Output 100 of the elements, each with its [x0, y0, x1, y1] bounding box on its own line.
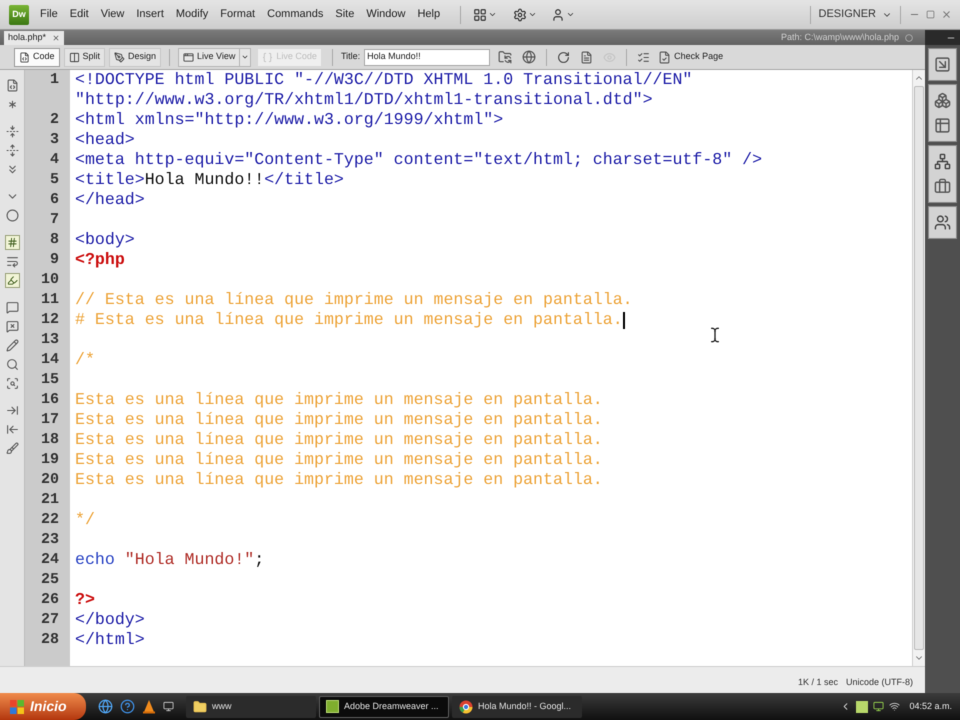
- line-number: 19: [40, 450, 59, 470]
- menu-item[interactable]: Commands: [261, 6, 330, 23]
- taskbar-window-button[interactable]: www: [186, 696, 316, 718]
- file-code-icon[interactable]: [4, 78, 20, 93]
- view-tab[interactable]: Code: [14, 48, 60, 66]
- hash-icon[interactable]: [4, 235, 20, 250]
- code-line: <body>: [75, 228, 135, 251]
- menu-item[interactable]: Insert: [130, 6, 170, 23]
- search-icon[interactable]: [4, 357, 20, 372]
- line-number: 12: [40, 310, 59, 330]
- line-number: 10: [40, 270, 59, 290]
- code-line: <?php: [75, 248, 125, 271]
- scrollbar[interactable]: [912, 70, 925, 666]
- line-number: 18: [40, 430, 59, 450]
- table-icon[interactable]: [934, 117, 951, 134]
- boxes-icon[interactable]: [934, 92, 951, 109]
- title-input[interactable]: Hola Mundo!!: [364, 48, 490, 66]
- user-menu-button[interactable]: [551, 8, 576, 22]
- menu-item[interactable]: Modify: [170, 6, 214, 23]
- scrollbar-thumb[interactable]: [914, 86, 924, 650]
- indent-icon[interactable]: [4, 403, 20, 418]
- wrap-text-icon[interactable]: [4, 254, 20, 269]
- line-number: 14: [40, 350, 59, 370]
- monitor-icon[interactable]: [163, 701, 174, 712]
- caret-icon: [241, 53, 250, 61]
- code-line: <!DOCTYPE html PUBLIC "-//W3C//DTD XHTML 1.0 Transitional//EN": [75, 68, 692, 91]
- close-icon[interactable]: [941, 9, 952, 20]
- code-line: Esta es una línea que imprime un mensaje en pantalla.: [75, 468, 603, 491]
- code-line: # Esta es una línea que imprime un mensaje en pantalla.: [75, 308, 623, 331]
- columns-icon: [68, 52, 80, 62]
- code-line: ?>: [75, 588, 95, 611]
- document-tab[interactable]: hola.php*: [4, 31, 64, 45]
- start-button[interactable]: Inicio: [0, 693, 86, 720]
- line-number: 21: [40, 490, 59, 510]
- line-number: 1: [50, 70, 59, 90]
- line-number: 11: [40, 290, 59, 310]
- globe-icon[interactable]: [522, 50, 536, 64]
- circle-icon[interactable]: [4, 208, 20, 223]
- menu-item[interactable]: Window: [360, 6, 412, 23]
- menu-item[interactable]: File: [34, 6, 64, 23]
- scan-search-icon[interactable]: [4, 376, 20, 391]
- code-line: </body>: [75, 608, 145, 631]
- globe-icon[interactable]: [98, 699, 113, 714]
- refresh-icon[interactable]: [557, 50, 570, 64]
- menu-item[interactable]: View: [94, 6, 130, 23]
- menu-item[interactable]: Format: [214, 6, 262, 23]
- highlighter-icon[interactable]: [4, 273, 20, 288]
- taskbar-window-button[interactable]: Hola Mundo!! - Googl...: [452, 696, 582, 718]
- line-number: 24: [40, 550, 59, 570]
- braces-icon: [262, 52, 274, 62]
- workspace-switcher[interactable]: DESIGNER: [818, 6, 892, 23]
- dropdown-button[interactable]: [240, 48, 252, 66]
- pencil-icon[interactable]: [4, 338, 20, 353]
- pen-nib-icon: [114, 52, 126, 62]
- fold-icon[interactable]: [4, 124, 20, 139]
- network-icon[interactable]: [934, 153, 951, 170]
- extend-menu-button[interactable]: [513, 8, 538, 22]
- code-line: <title>Hola Mundo!!</title>: [75, 168, 344, 191]
- code-line: */: [75, 508, 95, 531]
- monitor-icon[interactable]: [873, 701, 884, 712]
- check-page-button[interactable]: Check Page: [658, 50, 724, 64]
- encoding-label: Unicode (UTF-8): [846, 676, 913, 689]
- close-icon[interactable]: [52, 34, 60, 42]
- folder-sync-icon[interactable]: [498, 50, 512, 64]
- page-check-icon: [658, 50, 672, 64]
- restore-icon[interactable]: [926, 10, 935, 19]
- taskbar-window-button[interactable]: Adobe Dreamweaver ...: [319, 696, 449, 718]
- checklist-icon[interactable]: [637, 50, 650, 64]
- brush-icon[interactable]: [4, 441, 20, 456]
- speech-bubble-icon[interactable]: [4, 300, 20, 315]
- crossed-bubble-icon[interactable]: [4, 319, 20, 334]
- menu-item[interactable]: Site: [329, 6, 360, 23]
- circle-icon: [905, 34, 913, 42]
- line-number: 13: [40, 330, 59, 350]
- gear-icon: [513, 8, 528, 22]
- arrow-box-icon[interactable]: [934, 56, 951, 73]
- outdent-icon[interactable]: [4, 422, 20, 437]
- square-icon[interactable]: [856, 700, 868, 712]
- document-icon[interactable]: [580, 50, 594, 64]
- code-line: <html xmlns="http://www.w3.org/1999/xhtml">: [75, 108, 504, 131]
- code-line: // Esta es una línea que imprime un mensaje en pantalla.: [75, 288, 633, 311]
- toolbar-button[interactable]: Live View: [178, 48, 240, 66]
- menu-item[interactable]: Edit: [64, 6, 95, 23]
- caret-icon: [488, 10, 498, 19]
- users-icon[interactable]: [934, 214, 951, 231]
- line-number: 15: [40, 370, 59, 390]
- briefcase-icon[interactable]: [934, 178, 951, 195]
- cone-icon[interactable]: [142, 699, 156, 714]
- signal-icon[interactable]: [889, 701, 900, 712]
- view-tab[interactable]: Split: [64, 48, 106, 66]
- menu-item[interactable]: Help: [411, 6, 446, 23]
- download-size: 1K / 1 sec: [798, 676, 838, 688]
- line-number: 7: [50, 210, 59, 230]
- line-number: 27: [40, 610, 59, 630]
- view-tab[interactable]: Design: [109, 48, 162, 66]
- unfold-icon[interactable]: [4, 143, 20, 158]
- caret-icon: [566, 10, 576, 19]
- line-number: 6: [50, 190, 59, 210]
- layout-menu-button[interactable]: [473, 8, 498, 22]
- help-icon[interactable]: [120, 699, 135, 714]
